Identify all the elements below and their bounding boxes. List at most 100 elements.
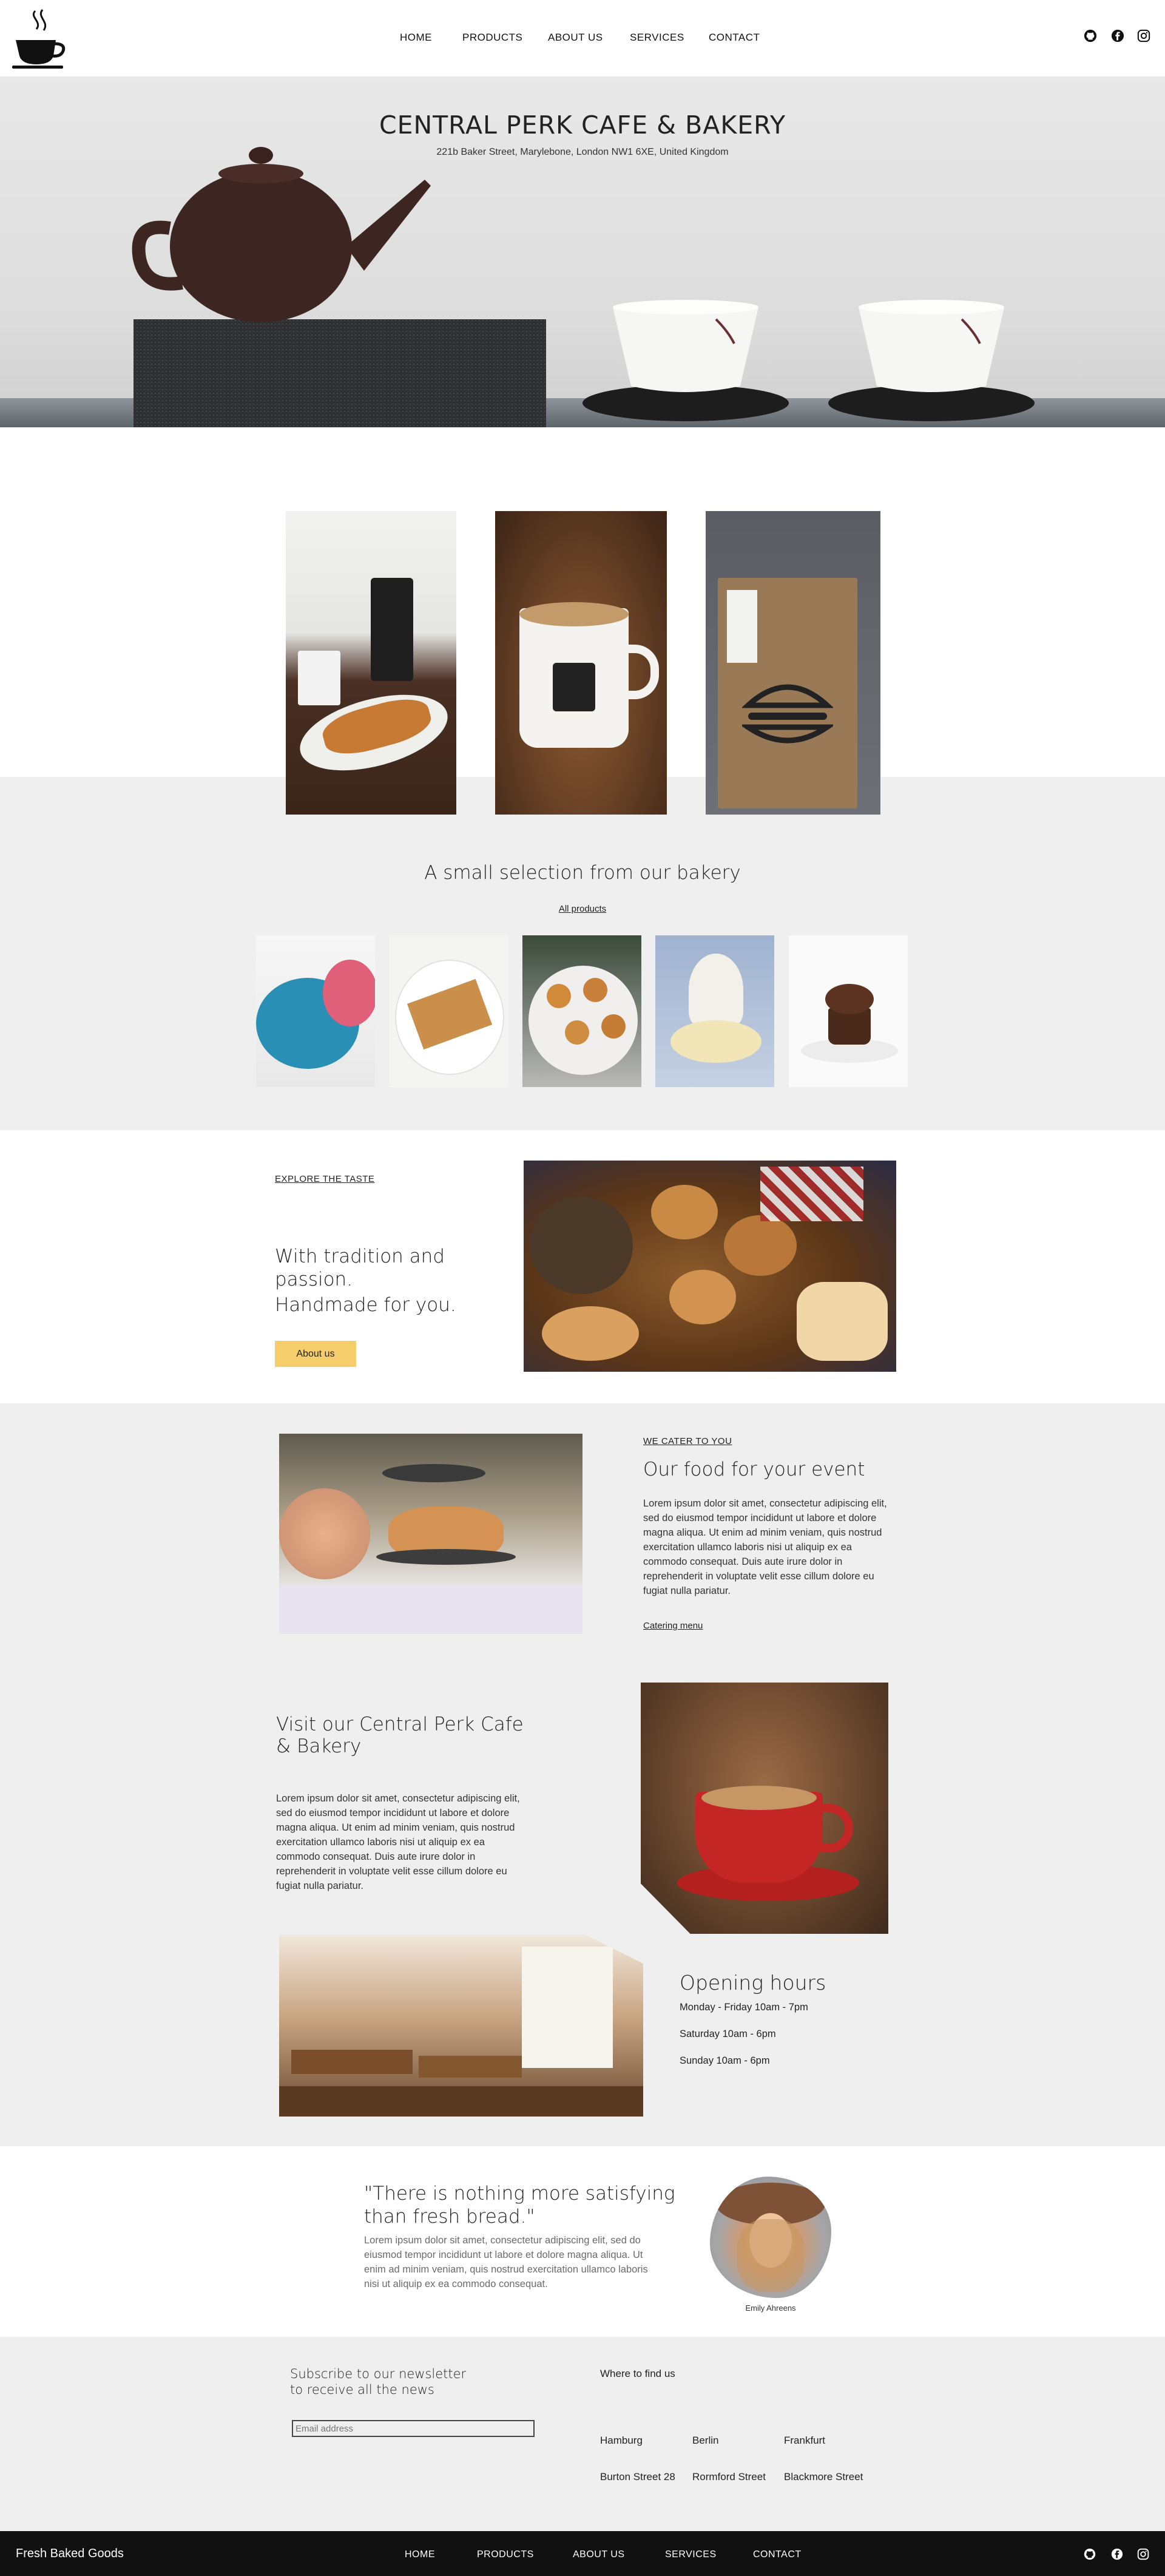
- bread-slices: [797, 1282, 888, 1361]
- tartlet-1: [547, 984, 571, 1008]
- meringue-base: [670, 1020, 761, 1063]
- footer-brand[interactable]: Fresh Baked Goods: [16, 2547, 124, 2561]
- about-us-button[interactable]: About us: [275, 1341, 356, 1367]
- location-street-frankfurt: Blackmore Street: [784, 2471, 863, 2483]
- footer-nav-contact[interactable]: CONTACT: [753, 2549, 802, 2560]
- cafe-table-1: [291, 2050, 413, 2074]
- bread-loaf-dark: [530, 1197, 633, 1294]
- photo-meringue-tart: [655, 935, 774, 1087]
- bread-bun-1: [651, 1185, 718, 1239]
- facebook-icon[interactable]: [1111, 29, 1124, 42]
- tartlet-2: [583, 978, 607, 1002]
- photo-red-cup: [641, 1683, 888, 1934]
- about-title-line2: passion.: [275, 1269, 353, 1290]
- email-field[interactable]: [292, 2420, 535, 2437]
- red-cup-crema: [701, 1786, 817, 1810]
- photo-coffee-logo: [553, 663, 595, 711]
- footer-github-icon[interactable]: [1084, 2548, 1096, 2560]
- nav-home[interactable]: HOME: [400, 32, 432, 44]
- bread-bun-2: [724, 1215, 797, 1276]
- red-cup-handle: [817, 1804, 853, 1852]
- avatar: [710, 2177, 831, 2298]
- photo-cake-slice: [389, 935, 508, 1087]
- catering-title: Our food for your event: [643, 1459, 865, 1480]
- hours-sunday: Sunday 10am - 6pm: [680, 2055, 770, 2066]
- photo-breakfast-press: [371, 578, 413, 681]
- photo-takeaway-bag: [706, 511, 880, 815]
- teacups-illustration: [582, 300, 1035, 421]
- macaron-pink: [323, 960, 375, 1026]
- testimonial-quote-line1: "There is nothing more satisfying: [364, 2183, 675, 2205]
- we-cater-label[interactable]: WE CATER TO YOU: [643, 1436, 732, 1446]
- bakery-title: A small selection from our bakery: [424, 862, 741, 884]
- location-city-berlin: Berlin: [692, 2435, 719, 2446]
- avatar-hair: [737, 2219, 804, 2292]
- hours-weekdays: Monday - Friday 10am - 7pm: [680, 2002, 808, 2013]
- footer-nav-about-us[interactable]: ABOUT US: [573, 2549, 625, 2560]
- location-street-hamburg: Burton Street 28: [600, 2471, 675, 2483]
- buffet-stand-top: [382, 1464, 485, 1482]
- testimonial-author: Emily Ahreens: [745, 2303, 796, 2313]
- footer-instagram-icon[interactable]: [1137, 2548, 1149, 2560]
- coffee-cup-icon[interactable]: [11, 8, 67, 69]
- hero-address: 221b Baker Street, Marylebone, London NW…: [436, 147, 729, 157]
- photo-breakfast-mug: [298, 651, 340, 705]
- site-header: HOME PRODUCTS ABOUT US SERVICES CONTACT: [0, 0, 1165, 76]
- cafe-floor: [279, 2086, 643, 2117]
- footer-nav-services[interactable]: SERVICES: [665, 2549, 717, 2560]
- nav-contact[interactable]: CONTACT: [709, 32, 760, 44]
- hours-saturday: Saturday 10am - 6pm: [680, 2029, 776, 2039]
- hero-title: CENTRAL PERK CAFE & BAKERY: [379, 110, 786, 140]
- visit-title-line1: Visit our Central Perk Cafe: [276, 1713, 524, 1735]
- photo-coffee-handle: [623, 645, 659, 699]
- buffet-stand-bottom: [376, 1549, 516, 1565]
- photo-coffee-mug: [495, 511, 667, 815]
- explore-taste-label[interactable]: EXPLORE THE TASTE: [275, 1174, 374, 1184]
- location-street-berlin: Rormford Street: [692, 2471, 766, 2483]
- opening-hours-title: Opening hours: [680, 1971, 826, 1995]
- meringue-top: [689, 954, 743, 1026]
- github-icon[interactable]: [1084, 29, 1097, 42]
- hero-banner: CENTRAL PERK CAFE & BAKERY 221b Baker St…: [0, 76, 1165, 427]
- burger-logo-icon: [742, 684, 833, 744]
- footer-facebook-icon[interactable]: [1111, 2548, 1123, 2560]
- teapot-illustration: [132, 147, 546, 427]
- location-city-hamburg: Hamburg: [600, 2435, 643, 2446]
- nav-about-us[interactable]: ABOUT US: [548, 32, 603, 44]
- photo-event-buffet: [279, 1434, 582, 1634]
- visit-text: Lorem ipsum dolor sit amet, consectetur …: [276, 1793, 520, 1891]
- grey-band-newsletter: [0, 2337, 1165, 2531]
- photo-bag-receipt: [727, 590, 757, 663]
- buffet-flowers: [279, 1488, 370, 1579]
- visit-title-line2: & Bakery: [276, 1735, 362, 1757]
- newsletter-title-line2: to receive all the news: [290, 2382, 434, 2397]
- photo-macarons: [256, 935, 375, 1087]
- nav-products[interactable]: PRODUCTS: [462, 32, 522, 44]
- tartlet-3: [565, 1020, 589, 1045]
- instagram-icon[interactable]: [1137, 29, 1150, 42]
- bread-croissant: [542, 1306, 639, 1361]
- testimonial-quote-line2: than fresh bread.": [364, 2206, 535, 2228]
- footer-nav-home[interactable]: HOME: [405, 2549, 435, 2560]
- photo-bread-basket: [524, 1161, 896, 1372]
- photo-chocolate-cupcake: [789, 935, 908, 1087]
- photo-tartlets: [522, 935, 641, 1087]
- testimonial-text: Lorem ipsum dolor sit amet, consectetur …: [364, 2235, 648, 2290]
- catering-menu-link[interactable]: Catering menu: [643, 1621, 703, 1631]
- all-products-link[interactable]: All products: [0, 904, 1165, 914]
- checkered-cloth: [760, 1167, 863, 1221]
- about-title-line3: Handmade for you.: [275, 1294, 456, 1316]
- cafe-table-2: [419, 2056, 522, 2078]
- newsletter-title-line1: Subscribe to our newsletter: [290, 2367, 467, 2381]
- catering-text: Lorem ipsum dolor sit amet, consectetur …: [643, 1498, 887, 1596]
- bread-bun-3: [669, 1270, 736, 1324]
- about-title-line1: With tradition and: [275, 1246, 445, 1267]
- location-city-frankfurt: Frankfurt: [784, 2435, 826, 2446]
- footer-nav-products[interactable]: PRODUCTS: [477, 2549, 534, 2560]
- tartlet-4: [601, 1014, 626, 1039]
- photo-cafe-interior: [279, 1934, 643, 2117]
- nav-services[interactable]: SERVICES: [630, 32, 684, 44]
- cupcake-frosting: [825, 984, 874, 1014]
- photo-coffee-foam: [519, 602, 629, 626]
- locations-title: Where to find us: [600, 2368, 675, 2379]
